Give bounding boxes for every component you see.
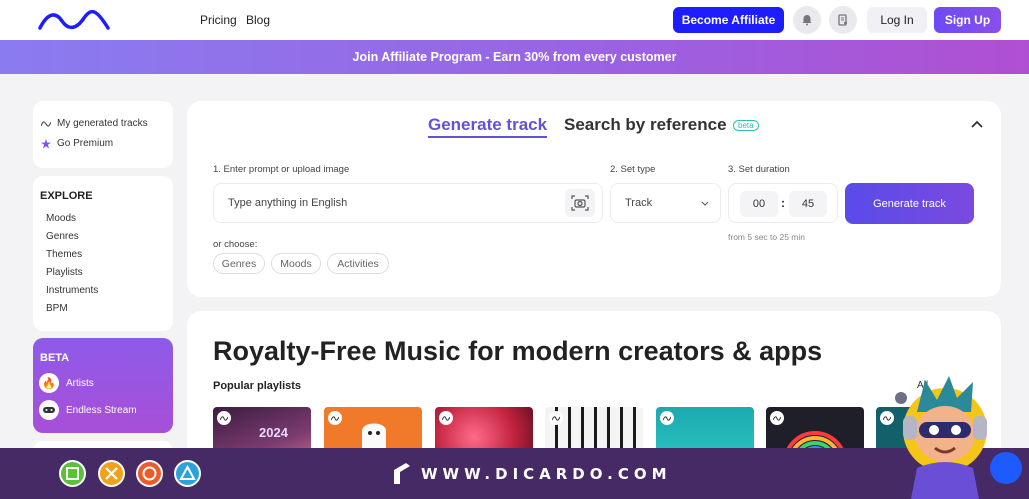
affiliate-banner[interactable]: Join Affiliate Program - Earn 30% from e… [0,40,1029,74]
watermark-text: WWW.DICARDO.COM [421,465,672,483]
playlist-thumb-text: 2024 [259,425,288,440]
nav-blog-link[interactable]: Blog [246,13,270,27]
sidebar-item-artists[interactable]: 🔥 Artists [39,373,94,393]
sidebar-beta-card: BETA 🔥 Artists Endless Stream [33,338,173,433]
watermark-bar: WWW.DICARDO.COM [0,448,1029,499]
popular-playlists-label: Popular playlists [213,380,302,392]
bell-icon [802,15,812,26]
wave-icon [549,411,563,425]
sidebar-item-genres[interactable]: Genres [46,231,79,242]
prompt-input[interactable]: Type anything in English [213,183,603,223]
chip-activities[interactable]: Activities [327,253,389,274]
sidebar-item-themes[interactable]: Themes [46,249,82,260]
signup-button[interactable]: Sign Up [934,7,1001,33]
generate-track-button[interactable]: Generate track [845,183,974,224]
beta-heading: BETA [40,352,70,364]
duration-input: 00 : 45 [728,183,838,223]
brand-logo-icon[interactable] [38,10,110,32]
sidebar-item-playlists[interactable]: Playlists [46,267,83,278]
sidebar-item-label: Artists [66,377,94,389]
wave-icon [439,411,453,425]
document-icon [838,14,847,26]
circle-icon [136,460,163,487]
notifications-button[interactable] [793,6,821,34]
chevron-down-icon [701,201,709,206]
wave-icon [41,120,51,127]
or-choose-label: or choose: [213,239,258,250]
cross-icon [98,460,125,487]
tab-generate-track[interactable]: Generate track [428,115,548,138]
dicardo-logo-icon [394,463,410,484]
sidebar-item-go-premium[interactable]: Go Premium [41,138,113,149]
fire-icon: 🔥 [39,373,59,393]
sidebar-item-label: My generated tracks [57,118,148,129]
explore-heading: EXPLORE [40,190,93,202]
sidebar-item-instruments[interactable]: Instruments [46,285,98,296]
top-navigation-bar: Pricing Blog Become Affiliate Log In Sig… [0,0,1029,40]
document-button[interactable] [829,6,857,34]
type-select[interactable]: Track [610,183,721,223]
square-icon [59,460,86,487]
prompt-input-text: Type anything in English [228,197,348,209]
star-icon [41,138,51,148]
sidebar-explore-card: EXPLORE Moods Genres Themes Playlists In… [33,176,173,331]
nav-pricing-link[interactable]: Pricing [200,13,237,27]
tab-search-by-reference[interactable]: Search by reference [564,115,727,135]
become-affiliate-button[interactable]: Become Affiliate [673,7,784,33]
page-title: Royalty-Free Music for modern creators &… [213,336,823,366]
upload-image-button[interactable] [565,189,595,217]
wave-icon [328,411,342,425]
duration-hint: from 5 sec to 25 min [728,232,806,242]
duration-seconds-field[interactable]: 45 [789,191,827,217]
type-label: 2. Set type [610,164,656,175]
affiliate-banner-text: Join Affiliate Program - Earn 30% from e… [352,50,677,64]
sidebar-item-moods[interactable]: Moods [46,213,76,224]
mascot-image [895,376,987,499]
wave-icon [660,411,674,425]
login-button[interactable]: Log In [867,7,927,33]
beta-badge: beta [733,120,759,131]
chevron-up-icon[interactable] [969,117,985,133]
sidebar-item-bpm[interactable]: BPM [46,303,68,314]
sidebar-item-my-tracks[interactable]: My generated tracks [41,118,148,129]
sidebar-item-label: Endless Stream [66,404,137,416]
sidebar-item-endless-stream[interactable]: Endless Stream [39,400,137,420]
duration-label: 3. Set duration [728,164,790,175]
camera-icon [571,195,589,211]
triangle-icon [174,460,201,487]
generator-panel: Generate track Search by reference beta … [187,101,1001,297]
chat-support-button[interactable] [990,452,1022,484]
duration-minutes-field[interactable]: 00 [740,191,778,217]
sidebar-item-label: Go Premium [57,138,114,149]
wave-icon [217,411,231,425]
sidebar-top-card: My generated tracks Go Premium [33,101,173,168]
gamepad-icon [39,400,59,420]
chip-moods[interactable]: Moods [271,253,321,274]
duration-separator: : [781,196,785,210]
type-select-value: Track [625,197,653,209]
prompt-label: 1. Enter prompt or upload image [213,164,350,175]
chip-genres[interactable]: Genres [213,253,265,274]
